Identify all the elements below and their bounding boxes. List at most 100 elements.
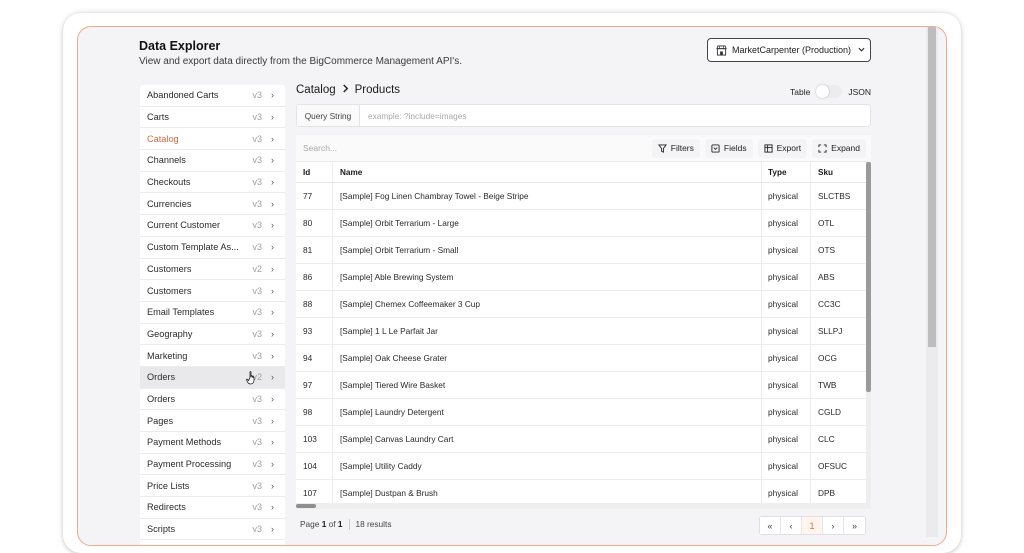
chevron-right-icon: › [271,263,274,274]
table-row[interactable]: 104 [Sample] Utility Caddy physical OFSUC [296,453,866,480]
cell-type: physical [762,399,811,425]
chevron-right-icon: › [271,307,274,318]
page-scrollbar-thumb[interactable] [928,27,936,347]
sidebar-item-version: v3 [252,437,262,448]
export-button[interactable]: Export [757,138,808,158]
cell-type: physical [762,183,811,209]
sidebar-item-version: v3 [252,350,262,361]
export-button-label: Export [776,143,802,153]
sidebar-item[interactable]: Redirects v3 › [140,497,285,519]
next-page-button[interactable]: › [823,517,844,534]
table-search-input[interactable] [296,143,652,153]
sidebar-item[interactable]: Current Customer v3 › [140,215,285,237]
breadcrumb-parent[interactable]: Catalog [296,84,336,96]
sidebar-item-label: Pages [147,415,174,426]
table-horizontal-scrollbar-thumb[interactable] [296,504,316,508]
sidebar-item-label: Payment Methods [147,437,222,448]
cell-id: 86 [296,264,333,290]
last-page-button[interactable]: » [844,517,865,534]
sidebar-item-version: v3 [252,285,262,296]
results-count: 18 results [355,519,392,529]
cell-id: 97 [296,372,333,398]
sidebar-item-label: Channels [147,155,186,166]
sidebar-item[interactable]: Pages v3 › [140,410,285,432]
sidebar-item-label: Customers [147,285,192,296]
table-row[interactable]: 103 [Sample] Canvas Laundry Cart physical C… [296,426,866,453]
sidebar-item[interactable]: Marketing v3 › [140,345,285,367]
sidebar-item-label: Catalog [147,133,179,144]
fields-button[interactable]: Fields [704,138,753,158]
prev-page-button[interactable]: ‹ [781,517,802,534]
query-string-input[interactable] [360,105,870,126]
store-selector[interactable]: MarketCarpenter (Production) [707,38,871,62]
table-row[interactable]: 81 [Sample] Orbit Terrarium - Small physic… [296,237,866,264]
sidebar-item[interactable]: Customers v2 › [140,259,285,281]
chevron-right-icon: › [271,415,274,426]
filters-button[interactable]: Filters [651,138,700,158]
column-header-sku[interactable]: Sku [811,162,866,182]
cell-type: physical [762,210,811,236]
sidebar-item[interactable]: Catalog v3 › [140,128,285,151]
sidebar-item[interactable]: Carts v3 › [140,107,285,129]
sidebar-item-version: v3 [252,220,262,231]
total-pages: 1 [337,519,343,529]
sidebar-item[interactable]: Price Lists v3 › [140,475,285,498]
table-vertical-scrollbar[interactable] [866,162,871,506]
sidebar-item[interactable]: Payment Methods v3 › [140,432,285,454]
page-1-button[interactable]: 1 [802,517,823,534]
sidebar-item[interactable]: Geography v3 › [140,324,285,346]
sidebar-item[interactable]: Orders v2 › [140,366,285,389]
sidebar-item[interactable]: Channels v3 › [140,150,285,172]
sidebar-item-label: Marketing [147,350,188,361]
cell-sku: OCG [818,353,837,363]
cell-name: [Sample] Chemex Coffeemaker 3 Cup [333,291,762,317]
table-row[interactable]: 86 [Sample] Able Brewing System physical AB… [296,264,866,291]
sidebar-item[interactable]: Payment Processing v3 › [140,454,285,476]
sidebar-item[interactable]: Currencies v3 › [140,193,285,216]
table-row[interactable]: 80 [Sample] Orbit Terrarium - Large physic… [296,210,866,237]
sidebar-item[interactable]: Orders v3 › [140,389,285,411]
sidebar-item[interactable]: Abandoned Carts v3 › [140,85,285,107]
cell-name: [Sample] Orbit Terrarium - Small [333,237,762,263]
table-vertical-scrollbar-thumb[interactable] [866,162,871,392]
table-row[interactable]: 77 [Sample] Fog Linen Chambray Towel - Be… [296,183,866,210]
sidebar-item-version: v3 [252,242,262,253]
pagination: « ‹ 1 › » [759,516,866,535]
sidebar-item[interactable]: Customers v3 › [140,280,285,302]
chevron-right-icon: › [271,437,274,448]
cell-name: [Sample] Oak Cheese Grater [333,345,762,371]
table-row[interactable]: 97 [Sample] Tiered Wire Basket physical TWB [296,372,866,399]
chevron-right-icon: › [271,502,274,513]
sidebar-item-version: v3 [252,328,262,339]
sidebar-item[interactable]: Scripts v3 › [140,519,285,541]
sidebar-item[interactable]: Custom Template As... v3 › [140,237,285,259]
table-row[interactable]: 88 [Sample] Chemex Coffeemaker 3 Cup physi… [296,291,866,318]
sidebar-item-label: Price Lists [147,480,190,491]
sidebar-item[interactable]: Checkouts v3 › [140,172,285,194]
expand-button[interactable]: Expand [812,138,866,158]
cell-sku: SLLPJ [818,326,843,336]
column-header-type[interactable]: Type [762,162,811,182]
column-header-name[interactable]: Name [333,162,762,182]
sidebar-item-version: v3 [252,393,262,404]
cell-id: 94 [296,345,333,371]
table-json-switch[interactable] [816,85,843,98]
table-row[interactable]: 93 [Sample] 1 L Le Parfait Jar physical SLL… [296,318,866,345]
sidebar-item[interactable]: Email Templates v3 › [140,302,285,324]
cell-sku: SLCTBS [818,191,851,201]
cell-sku: CC3C [818,299,841,309]
query-string-label: Query String [297,105,360,126]
sidebar-item-version: v3 [252,502,262,513]
page-title: Data Explorer [139,39,221,53]
cell-id: 104 [296,453,333,479]
first-page-button[interactable]: « [760,517,781,534]
table-row[interactable]: 94 [Sample] Oak Cheese Grater physical OCG [296,345,866,372]
filter-icon [657,143,667,153]
table-row[interactable]: 98 [Sample] Laundry Detergent physical CGLD [296,399,866,426]
chevron-right-icon: › [271,393,274,404]
cell-name: [Sample] Utility Caddy [333,453,762,479]
sidebar-item-label: Payment Processing [147,459,232,470]
sidebar-item-version: v3 [252,90,262,101]
column-header-id[interactable]: Id [296,162,333,182]
chevron-right-icon: › [271,133,274,144]
